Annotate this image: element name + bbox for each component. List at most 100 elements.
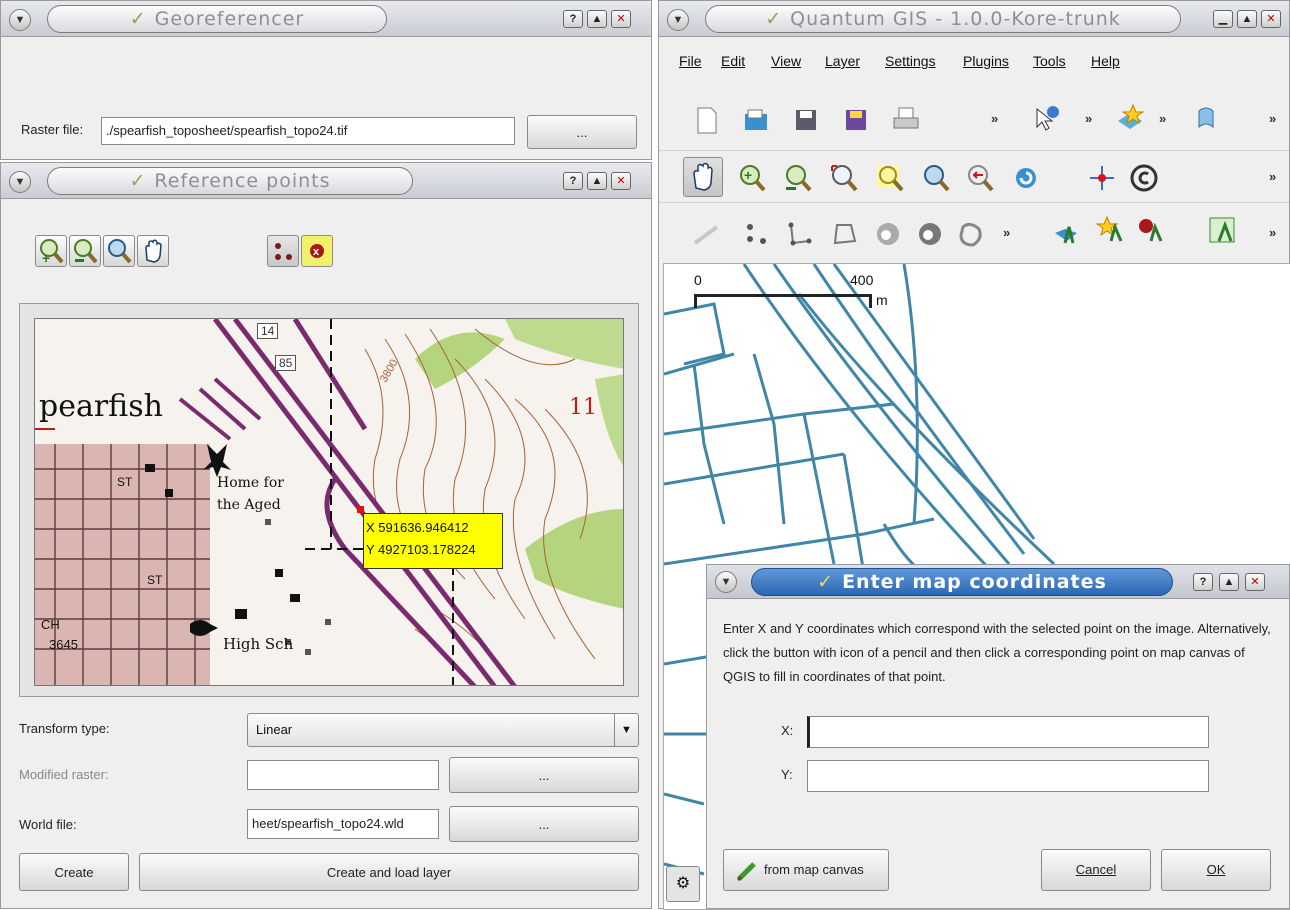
maximize-icon[interactable]: ▲ — [1219, 573, 1239, 591]
window-menu-icon[interactable]: ▼ — [9, 171, 31, 193]
add-vector-icon[interactable] — [1051, 219, 1081, 249]
add-wms-icon[interactable] — [1095, 215, 1125, 245]
save-project-icon[interactable] — [791, 105, 821, 135]
cancel-button[interactable]: Cancel — [1041, 849, 1151, 891]
scale-unit: m — [876, 292, 888, 308]
remove-layer-icon[interactable] — [1135, 215, 1165, 245]
dialog-title: Enter map coordinates — [842, 571, 1107, 593]
zoom-selection-icon[interactable] — [875, 163, 905, 193]
pan-button[interactable] — [137, 235, 169, 267]
zoom-full-button[interactable] — [103, 235, 135, 267]
qgis-leaf-icon: ✓ — [817, 571, 835, 593]
toolbar-more-5[interactable]: » — [1269, 169, 1276, 184]
close-icon[interactable]: ✕ — [1245, 573, 1265, 591]
help-icon[interactable]: ? — [563, 172, 583, 190]
y-label: Y: — [781, 767, 793, 782]
whats-this-icon[interactable] — [1031, 103, 1061, 133]
menu-plugins[interactable]: Plugins — [963, 53, 1009, 69]
coordinate-tooltip: X 591636.946412 Y 4927103.178224 — [363, 513, 503, 569]
window-menu-icon[interactable]: ▼ — [715, 571, 737, 593]
toolbar-more-7[interactable]: » — [1269, 225, 1276, 240]
zoom-in-button[interactable]: + — [35, 235, 67, 267]
zoom-out-button[interactable] — [69, 235, 101, 267]
create-button[interactable]: Create — [19, 853, 129, 891]
save-as-icon[interactable] — [841, 105, 871, 135]
maximize-icon[interactable]: ▲ — [1237, 10, 1257, 28]
new-vector-layer-icon[interactable] — [1207, 215, 1237, 245]
add-island-icon[interactable] — [915, 219, 945, 249]
scale-bar-line — [694, 294, 872, 308]
ok-button[interactable]: OK — [1161, 849, 1271, 891]
window-menu-icon[interactable]: ▼ — [667, 9, 689, 31]
raster-file-field[interactable]: ./spearfish_toposheet/spearfish_topo24.t… — [101, 117, 515, 145]
enter-coordinates-dialog: ▼ ✓ Enter map coordinates ? ▲ ✕ Enter X a… — [706, 564, 1290, 909]
transform-type-select[interactable]: Linear ▼ — [247, 713, 639, 747]
capture-polygon-icon[interactable] — [829, 219, 859, 249]
menu-help[interactable]: Help — [1091, 53, 1120, 69]
menu-settings[interactable]: Settings — [885, 53, 936, 69]
add-layer-icon[interactable] — [1115, 103, 1145, 133]
toolbar-more-6[interactable]: » — [1003, 225, 1010, 240]
y-coordinate-input[interactable] — [807, 760, 1209, 792]
menu-edit[interactable]: Edit — [721, 53, 745, 69]
close-icon[interactable]: ✕ — [611, 172, 631, 190]
world-file-field[interactable]: heet/spearfish_topo24.wld — [247, 809, 439, 839]
help-icon[interactable]: ? — [563, 10, 583, 28]
menu-view[interactable]: View — [771, 53, 801, 69]
refresh-icon[interactable] — [1011, 163, 1041, 193]
maximize-icon[interactable]: ▲ — [587, 172, 607, 190]
scale-bar: 0 400 m — [694, 272, 888, 312]
tooltip-x: X 591636.946412 — [366, 520, 469, 535]
toolbar-more-3[interactable]: » — [1159, 111, 1166, 126]
x-coordinate-input[interactable] — [807, 716, 1209, 748]
menu-tools[interactable]: Tools — [1033, 53, 1066, 69]
overview-toggle-button[interactable]: ⚙ — [666, 866, 700, 902]
pan-tool-button[interactable] — [683, 157, 723, 197]
menu-file[interactable]: File — [679, 53, 702, 69]
create-and-load-button[interactable]: Create and load layer — [139, 853, 639, 891]
help-icon[interactable]: ? — [1193, 573, 1213, 591]
capture-line-icon[interactable] — [785, 219, 815, 249]
delete-ring-icon[interactable] — [955, 219, 985, 249]
modified-raster-browse-button[interactable]: ... — [449, 757, 639, 793]
reference-points-titlebar[interactable]: ▼ ✓ Reference points ? ▲ ✕ — [1, 163, 651, 199]
minimize-icon[interactable]: ▁ — [1213, 10, 1233, 28]
modified-raster-field[interactable] — [247, 760, 439, 790]
map-tips-icon[interactable] — [1087, 163, 1117, 193]
raster-file-label: Raster file: — [21, 122, 84, 137]
print-icon[interactable] — [891, 105, 921, 135]
add-point-icon — [275, 243, 292, 260]
window-menu-icon[interactable]: ▼ — [9, 9, 31, 31]
georeferencer-titlebar[interactable]: ▼ ✓ Georeferencer ? ▲ ✕ — [1, 1, 651, 37]
open-project-icon[interactable] — [741, 105, 771, 135]
from-map-canvas-button[interactable]: from map canvas — [723, 849, 889, 891]
tooltip-y: Y 4927103.178224 — [366, 542, 476, 557]
dialog-titlebar[interactable]: ▼ ✓ Enter map coordinates ? ▲ ✕ — [707, 565, 1289, 599]
reference-points-title: Reference points — [154, 170, 331, 192]
menu-layer[interactable]: Layer — [825, 53, 860, 69]
delete-point-button[interactable]: x — [301, 235, 333, 267]
raster-preview-canvas[interactable]: pearfish 11 Home for the Aged High Sch S… — [34, 318, 624, 686]
copyright-icon[interactable] — [1129, 163, 1159, 193]
add-point-button[interactable] — [267, 235, 299, 267]
add-ring-icon[interactable] — [873, 219, 903, 249]
close-icon[interactable]: ✕ — [611, 10, 631, 28]
toolbar-more-1[interactable]: » — [991, 111, 998, 126]
qgis-titlebar[interactable]: ▼ ✓ Quantum GIS - 1.0.0-Kore-trunk ▁ ▲ ✕ — [659, 1, 1289, 37]
raster-browse-button[interactable]: ... — [527, 115, 637, 149]
zoom-in-icon[interactable]: + — [737, 163, 767, 193]
world-file-browse-button[interactable]: ... — [449, 806, 639, 842]
zoom-full-icon[interactable] — [829, 163, 859, 193]
zoom-last-icon[interactable] — [965, 163, 995, 193]
close-icon[interactable]: ✕ — [1261, 10, 1281, 28]
edit-pencil-icon[interactable] — [691, 219, 721, 249]
gcp-marker[interactable] — [357, 506, 364, 513]
new-project-icon[interactable] — [691, 105, 721, 135]
toolbar-more-2[interactable]: » — [1085, 111, 1092, 126]
plugin-icon[interactable] — [1191, 103, 1221, 133]
zoom-layer-icon[interactable] — [921, 163, 951, 193]
toolbar-more-4[interactable]: » — [1269, 111, 1276, 126]
maximize-icon[interactable]: ▲ — [587, 10, 607, 28]
zoom-out-icon[interactable] — [783, 163, 813, 193]
capture-point-icon[interactable] — [741, 219, 771, 249]
